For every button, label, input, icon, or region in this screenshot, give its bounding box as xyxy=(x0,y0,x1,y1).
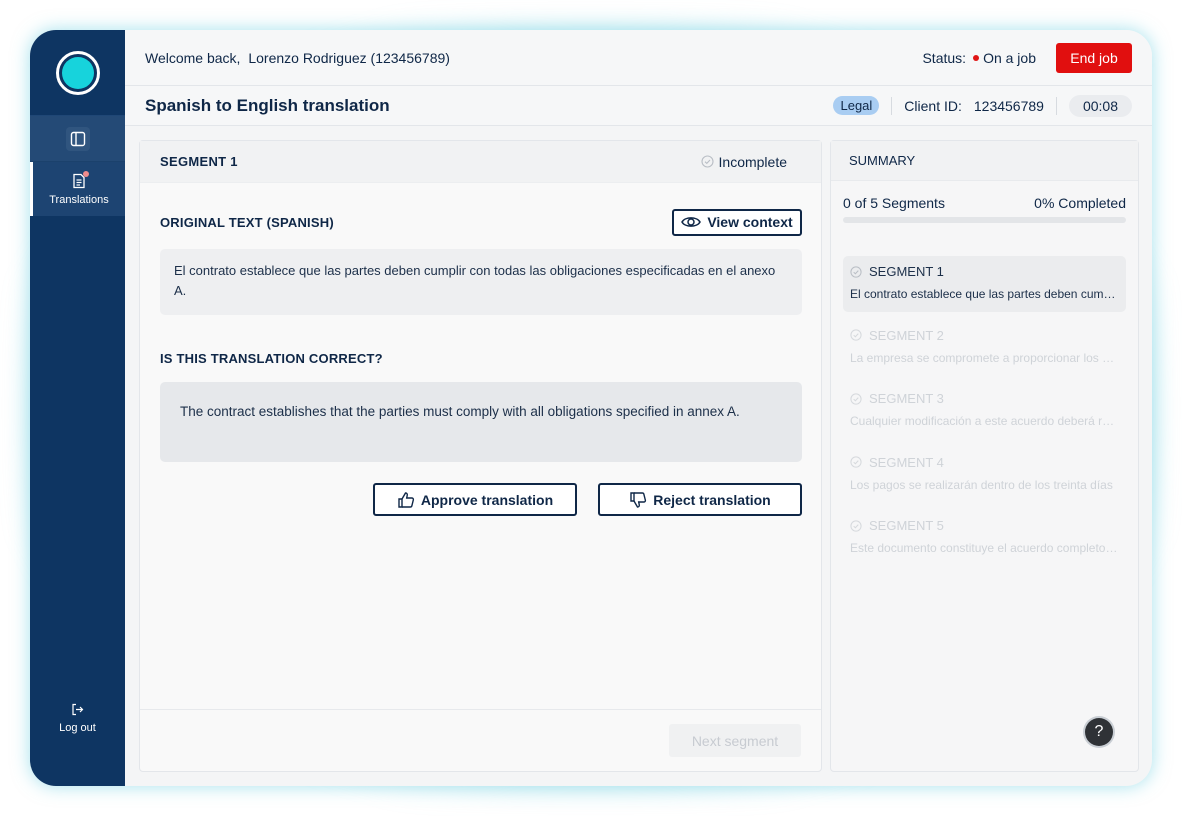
segment-list-preview: Cualquier modificación a este acuerdo de… xyxy=(850,414,1119,428)
segment-list-item[interactable]: SEGMENT 4 Los pagos se realizarán dentro… xyxy=(843,447,1126,503)
next-segment-button[interactable]: Next segment xyxy=(669,724,801,757)
divider xyxy=(1055,96,1057,115)
sidebar-toggle-row xyxy=(30,116,125,162)
status-value: On a job xyxy=(983,49,1036,66)
reject-label: Reject translation xyxy=(653,491,771,508)
segment-footer: Next segment xyxy=(140,709,821,771)
segments-count: 0 of 5 Segments xyxy=(843,195,945,211)
summary-progress-text: 0 of 5 Segments 0% Completed xyxy=(843,195,1126,211)
check-circle-icon xyxy=(850,456,862,468)
summary-panel: SUMMARY 0 of 5 Segments 0% Completed SEG… xyxy=(830,140,1139,772)
segment-panel: SEGMENT 1 Incomplete ORIGINAL TEXT (SPAN… xyxy=(139,140,822,772)
thumbs-up-icon xyxy=(398,491,414,508)
client-id-value: 123456789 xyxy=(973,97,1044,114)
progress-bar xyxy=(843,217,1126,223)
check-circle-icon xyxy=(700,155,714,168)
sidebar-item-translations[interactable]: Translations xyxy=(30,162,125,216)
check-circle-icon xyxy=(850,519,862,532)
segment-list: SEGMENT 1 El contrato establece que las … xyxy=(843,256,1126,574)
summary-title: SUMMARY xyxy=(831,141,1138,181)
view-context-label: View context xyxy=(707,214,793,230)
job-timer: 00:08 xyxy=(1068,94,1132,117)
segment-list-label: SEGMENT 3 xyxy=(869,391,944,406)
view-context-button[interactable]: View context xyxy=(672,208,802,236)
check-circle-icon xyxy=(850,265,862,278)
segment-status: Incomplete xyxy=(700,153,787,170)
welcome-prefix: Welcome back, xyxy=(145,49,241,66)
original-text: El contrato establece que las partes deb… xyxy=(160,249,802,315)
segment-list-label: SEGMENT 2 xyxy=(869,327,944,343)
reject-translation-button[interactable]: Reject translation xyxy=(598,483,802,516)
user-name: Lorenzo Rodriguez (123456789) xyxy=(248,49,450,66)
translation-question: IS THIS TRANSLATION CORRECT? xyxy=(160,351,383,366)
segment-list-preview: La empresa se compromete a proporcionar … xyxy=(850,350,1119,365)
check-circle-icon xyxy=(850,392,862,405)
segment-header: SEGMENT 1 Incomplete xyxy=(140,141,821,183)
segment-list-label: SEGMENT 5 xyxy=(869,518,944,533)
logo-area xyxy=(30,30,125,116)
logout-icon xyxy=(72,703,84,716)
top-bar: Welcome back, Lorenzo Rodriguez (1234567… xyxy=(125,30,1152,86)
status-label: Status: xyxy=(922,49,967,66)
client-id-label: Client ID: xyxy=(904,97,962,114)
original-text-header: ORIGINAL TEXT (SPANISH) View context xyxy=(160,208,802,236)
segment-list-preview: El contrato establece que las partes deb… xyxy=(850,287,1119,301)
job-meta: Legal Client ID: 123456789 00:08 xyxy=(833,94,1132,117)
review-actions: Approve translation Reject translation xyxy=(373,483,802,516)
approve-translation-button[interactable]: Approve translation xyxy=(373,483,577,516)
status-dot-icon xyxy=(973,54,980,61)
segment-list-label: SEGMENT 4 xyxy=(869,454,944,470)
segment-list-item[interactable]: SEGMENT 1 El contrato establece que las … xyxy=(843,256,1126,312)
help-button[interactable]: ? xyxy=(1085,718,1113,746)
sidebar-panel-icon xyxy=(70,131,85,146)
divider xyxy=(891,96,893,115)
page-title: Spanish to English translation xyxy=(145,95,390,115)
main-area: Welcome back, Lorenzo Rodriguez (1234567… xyxy=(125,30,1152,786)
segment-list-preview: Los pagos se realizarán dentro de los tr… xyxy=(850,477,1113,492)
segment-list-preview: Este documento constituye el acuerdo com… xyxy=(850,541,1119,555)
sidebar-toggle-button[interactable] xyxy=(65,126,90,151)
sidebar: Translations Log out xyxy=(30,30,125,786)
notification-dot xyxy=(83,170,89,177)
welcome-message: Welcome back, Lorenzo Rodriguez (1234567… xyxy=(145,50,450,66)
thumbs-down-icon xyxy=(630,491,647,508)
check-circle-icon xyxy=(850,329,862,341)
segment-list-item[interactable]: SEGMENT 5 Este documento constituye el a… xyxy=(843,510,1126,566)
logout-button[interactable]: Log out xyxy=(30,703,125,734)
app-window: Translations Log out Welcome back, Loren… xyxy=(30,30,1152,786)
end-job-button[interactable]: End job xyxy=(1056,42,1132,73)
job-status: Status: On a job xyxy=(922,50,1036,66)
segment-title: SEGMENT 1 xyxy=(160,154,238,169)
job-header: Spanish to English translation Legal Cli… xyxy=(125,86,1152,126)
original-text-label: ORIGINAL TEXT (SPANISH) xyxy=(160,214,334,230)
category-tag: Legal xyxy=(833,96,880,115)
translation-text: The contract establishes that the partie… xyxy=(160,382,802,462)
segment-list-item[interactable]: SEGMENT 3 Cualquier modificación a este … xyxy=(843,383,1126,439)
approve-label: Approve translation xyxy=(420,491,554,508)
document-icon xyxy=(72,170,89,189)
segment-status-label: Incomplete xyxy=(718,153,787,170)
logo-dot xyxy=(61,56,94,89)
logo[interactable] xyxy=(55,50,100,95)
segment-list-item[interactable]: SEGMENT 2 La empresa se compromete a pro… xyxy=(843,320,1126,376)
sidebar-item-label: Translations xyxy=(49,193,109,206)
completed-percent: 0% Completed xyxy=(1034,195,1126,211)
eye-icon xyxy=(681,217,702,227)
status-area: Status: On a job End job xyxy=(922,42,1132,73)
logout-label: Log out xyxy=(59,722,96,734)
segment-list-label: SEGMENT 1 xyxy=(869,264,944,279)
